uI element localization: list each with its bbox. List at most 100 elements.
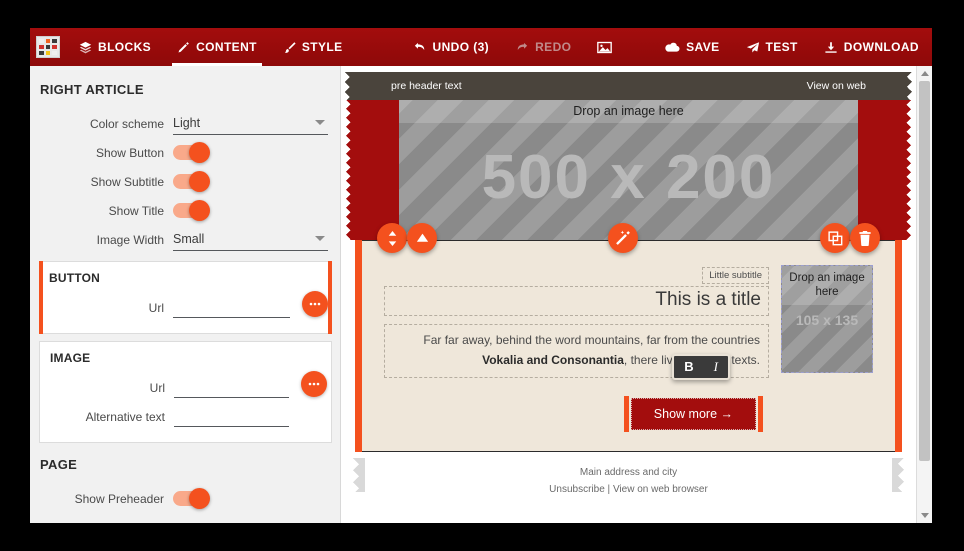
hero-image-placeholder[interactable]: Drop an image here 500 x 200 xyxy=(399,100,858,240)
hero-dimensions-label: 500 x 200 xyxy=(481,142,776,212)
selection-bar-right xyxy=(895,240,902,452)
article-image-placeholder[interactable]: Drop an image here 105 x 135 xyxy=(781,265,873,373)
show-preheader-toggle[interactable] xyxy=(173,488,210,509)
toolbar-gap xyxy=(356,28,400,66)
undo-label: UNDO (3) xyxy=(432,40,490,54)
color-scheme-value: Light xyxy=(173,116,201,130)
article-image-dimensions: 105 x 135 xyxy=(795,312,859,328)
download-icon xyxy=(824,41,838,54)
image-url-input[interactable] xyxy=(174,377,289,398)
button-url-row: Url xyxy=(39,291,332,322)
hero-side-right xyxy=(858,100,911,240)
canvas-scroll-area: pre header text View on web Drop an imag… xyxy=(341,66,916,523)
email-footer: Main address and city Unsubscribe | View… xyxy=(353,452,904,498)
field-show-button-label: Show Button xyxy=(95,145,164,160)
preheader-view-on-web-link[interactable]: View on web xyxy=(807,80,866,92)
button-url-more-button[interactable] xyxy=(302,291,328,317)
undo-button[interactable]: UNDO (3) xyxy=(400,28,503,66)
image-icon xyxy=(597,41,613,54)
tab-content[interactable]: CONTENT xyxy=(164,28,270,66)
button-settings-panel: BUTTON Url xyxy=(39,261,332,334)
image-url-more-button[interactable] xyxy=(301,371,327,397)
field-show-preheader-label: Show Preheader xyxy=(74,491,164,506)
move-handle-icon[interactable] xyxy=(377,223,407,253)
test-button[interactable]: TEST xyxy=(733,28,811,66)
magic-wand-icon[interactable] xyxy=(608,223,638,253)
blocks-icon xyxy=(79,41,92,54)
undo-arrow-icon xyxy=(413,41,427,53)
chevron-down-icon xyxy=(920,513,929,518)
cloud-save-icon xyxy=(665,41,680,53)
rich-text-toolbar: B I xyxy=(672,354,730,380)
gallery-button[interactable] xyxy=(584,28,625,66)
field-show-button: Show Button xyxy=(30,138,340,167)
zigzag-left-decoration xyxy=(346,100,355,240)
field-color-scheme-label: Color scheme xyxy=(89,116,164,131)
redo-button[interactable]: REDO xyxy=(502,28,584,66)
cta-button-wrapper: Show more → xyxy=(623,396,763,432)
article-image-column: Drop an image here 105 x 135 xyxy=(781,265,873,425)
app-logo[interactable] xyxy=(30,28,66,66)
redo-arrow-icon xyxy=(515,41,529,53)
move-up-icon[interactable] xyxy=(407,223,437,253)
download-button[interactable]: DOWNLOAD xyxy=(811,28,932,66)
save-button[interactable]: SAVE xyxy=(652,28,732,66)
image-alt-input[interactable] xyxy=(174,406,289,427)
field-show-subtitle: Show Subtitle xyxy=(30,167,340,196)
hero-block[interactable]: Drop an image here 500 x 200 xyxy=(346,100,911,240)
footer-links: Unsubscribe | View on web browser xyxy=(355,481,902,498)
unsubscribe-link[interactable]: Unsubscribe xyxy=(549,484,605,495)
image-settings-panel: IMAGE Url Alternative text xyxy=(39,341,332,443)
show-subtitle-toggle[interactable] xyxy=(173,171,210,192)
image-url-row: Url xyxy=(40,371,331,402)
article-title[interactable]: This is a title xyxy=(384,286,769,316)
image-alt-label: Alternative text xyxy=(85,409,165,424)
pencil-icon xyxy=(177,41,190,54)
footer-separator: | xyxy=(607,484,611,495)
redo-label: REDO xyxy=(535,40,572,54)
paper-plane-icon xyxy=(746,41,760,54)
download-label: DOWNLOAD xyxy=(843,40,919,54)
page-settings-section: PAGE Show Preheader xyxy=(30,443,340,513)
page-section-title: PAGE xyxy=(40,457,78,472)
footer-address: Main address and city xyxy=(579,467,678,478)
scrollbar-thumb[interactable] xyxy=(919,81,930,461)
view-on-web-browser-link[interactable]: View on web browser xyxy=(613,484,708,495)
article-paragraph-start: Far far away, behind the word mountains,… xyxy=(423,333,760,347)
image-alt-row: Alternative text xyxy=(40,402,331,431)
zigzag-left-decoration xyxy=(345,72,355,100)
image-width-select[interactable]: Small xyxy=(173,229,328,251)
show-more-button[interactable]: Show more → xyxy=(630,398,756,430)
preheader-text: pre header text xyxy=(391,80,462,92)
app-window: BLOCKS CONTENT STYLE UNDO (3) REDO SAVE … xyxy=(30,28,932,523)
preheader-block[interactable]: pre header text View on web xyxy=(345,72,912,100)
field-image-width-label: Image Width xyxy=(96,232,164,247)
test-label: TEST xyxy=(765,40,798,54)
tab-style[interactable]: STYLE xyxy=(270,28,356,66)
selection-bar-left xyxy=(355,240,362,452)
article-subtitle[interactable]: Little subtitle xyxy=(702,267,769,284)
delete-icon[interactable] xyxy=(850,223,880,253)
grid-logo-icon xyxy=(36,36,60,58)
cta-selection-bar-right xyxy=(758,396,763,432)
article-block[interactable]: Little subtitle This is a title Far far … xyxy=(355,223,902,452)
color-scheme-select[interactable]: Light xyxy=(173,113,328,135)
button-url-input[interactable] xyxy=(173,297,290,318)
zigzag-left-decoration xyxy=(353,458,365,492)
italic-button[interactable]: I xyxy=(704,356,728,378)
scroll-up-button[interactable] xyxy=(917,66,932,81)
tab-blocks-label: BLOCKS xyxy=(98,40,152,54)
scroll-down-button[interactable] xyxy=(917,508,932,523)
main-body: RIGHT ARTICLE Color scheme Light Show Bu… xyxy=(30,66,932,523)
duplicate-icon[interactable] xyxy=(820,223,850,253)
tab-blocks[interactable]: BLOCKS xyxy=(66,28,164,66)
brush-icon xyxy=(283,41,296,54)
sidebar-section-title: RIGHT ARTICLE xyxy=(40,82,144,97)
show-title-toggle[interactable] xyxy=(173,200,210,221)
top-toolbar: BLOCKS CONTENT STYLE UNDO (3) REDO SAVE … xyxy=(30,28,932,66)
field-show-subtitle-label: Show Subtitle xyxy=(90,174,164,189)
hero-side-left xyxy=(346,100,399,240)
bold-button[interactable]: B xyxy=(674,356,703,378)
show-button-toggle[interactable] xyxy=(173,142,210,163)
canvas-scrollbar[interactable] xyxy=(916,66,932,523)
